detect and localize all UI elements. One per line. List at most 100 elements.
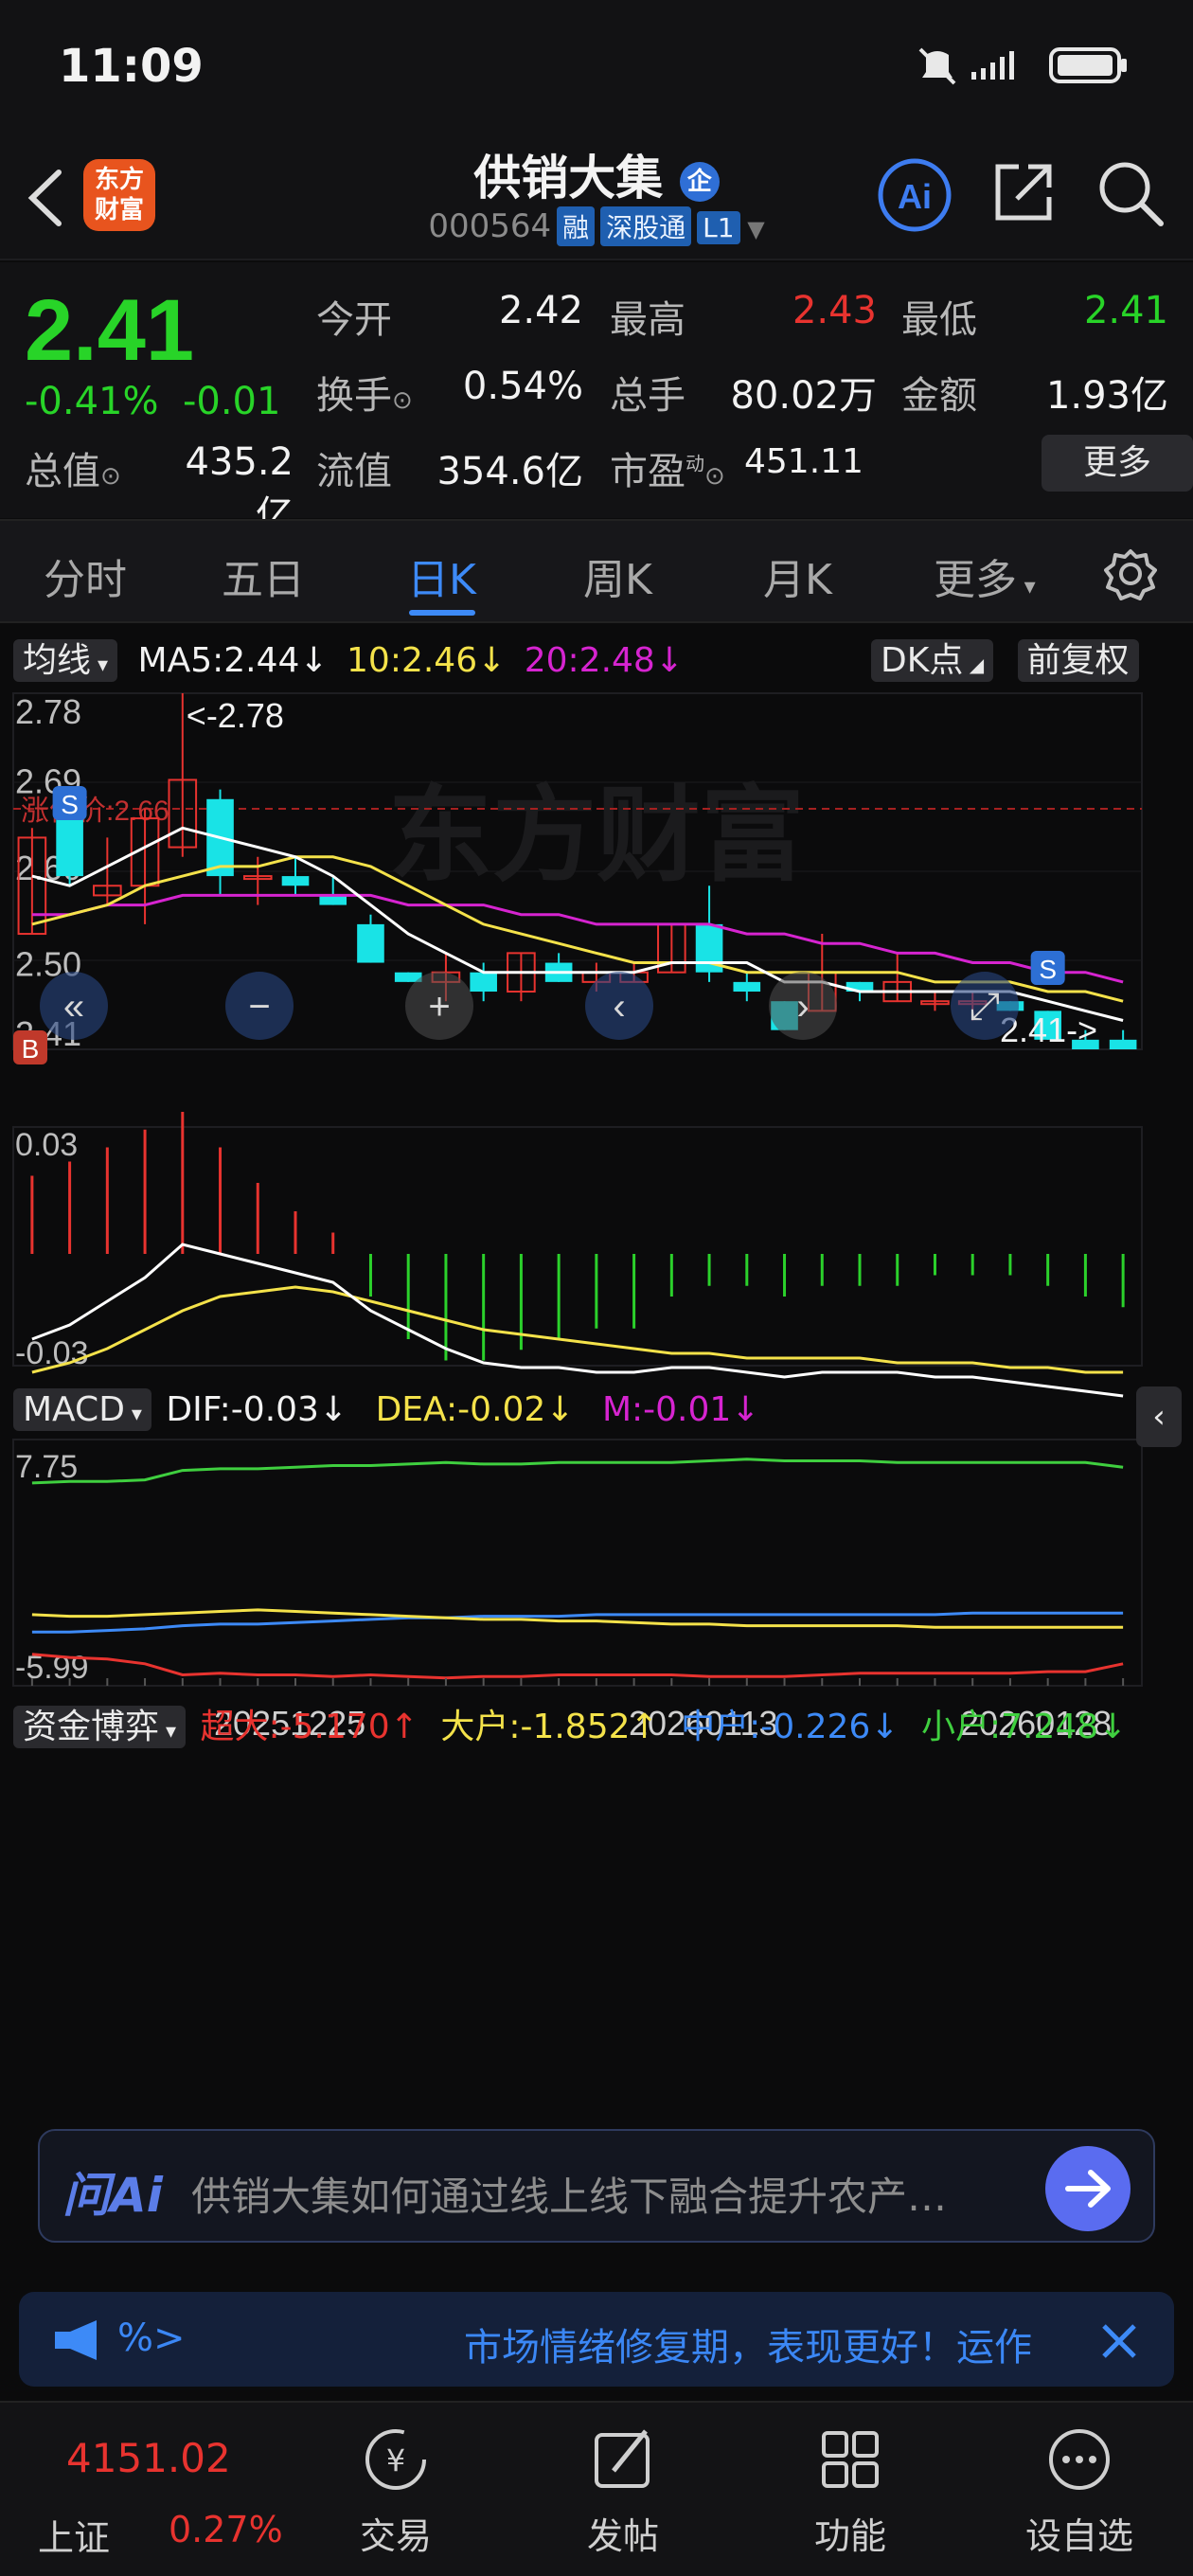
tab-five-day[interactable]: 五日 bbox=[222, 546, 305, 606]
sell-marker-text: S bbox=[1039, 955, 1057, 984]
change-percent: -0.41% bbox=[25, 380, 159, 423]
tab-intraday[interactable]: 分时 bbox=[44, 546, 127, 606]
nav-add-watchlist[interactable]: 设自选 bbox=[1004, 2507, 1155, 2559]
amount-label: 金额 bbox=[901, 374, 977, 418]
super-value: 超大:-5.170↑ bbox=[200, 1708, 418, 1746]
functions-icon[interactable] bbox=[775, 2422, 926, 2497]
turnover-value: 0.54% bbox=[462, 365, 583, 408]
share-icon[interactable] bbox=[990, 159, 1057, 225]
stock-header: 东方 财富 供销大集 企 000564 融深股通 L1 ▼ Ai bbox=[0, 133, 1193, 260]
chart-tools: DK点 ◢ 前复权 bbox=[871, 633, 1139, 682]
more-button[interactable]: 更多 bbox=[1042, 435, 1193, 492]
arrow-right-icon[interactable] bbox=[1045, 2146, 1131, 2231]
volume-label: 总手 bbox=[610, 374, 686, 418]
last-price: 2.41 bbox=[25, 282, 195, 379]
volume-value: 80.02万 bbox=[730, 374, 877, 418]
watermark: 东方财富 bbox=[388, 778, 805, 894]
search-icon[interactable] bbox=[1095, 157, 1166, 229]
stock-name: 供销大集 bbox=[473, 151, 664, 206]
chart-area: 均线 ▾ MA5:2.44↓ 10:2.46↓ 20:2.48↓ DK点 ◢ 前… bbox=[0, 625, 1193, 2098]
low-label: 最低 bbox=[901, 298, 977, 342]
more-dots-icon[interactable] bbox=[1004, 2422, 1155, 2497]
bottom-nav: 4151.02 上证 0.27% ¥ 交易 发帖 功能 设自选 bbox=[0, 2401, 1193, 2576]
candle-body bbox=[357, 923, 384, 963]
nav-functions[interactable]: 功能 bbox=[775, 2507, 926, 2559]
status-bar: 11:09 bbox=[0, 0, 1193, 133]
low-value: 2.41 bbox=[1083, 289, 1168, 332]
info-icon: ⊙ bbox=[392, 386, 413, 415]
price-change: -0.41% -0.01 bbox=[25, 380, 280, 423]
banner-left-text: %> bbox=[117, 2317, 186, 2360]
high-label: 最高 bbox=[610, 298, 686, 342]
small-line bbox=[31, 1458, 1124, 1485]
fullscreen-icon-glyph: ⤢ bbox=[970, 986, 1000, 1028]
info-icon: ⊙ bbox=[100, 462, 121, 491]
close-icon[interactable] bbox=[1098, 2320, 1140, 2362]
sell-marker-text: S bbox=[61, 790, 79, 819]
large-value: 大户:-1.852↑ bbox=[440, 1708, 659, 1746]
ask-ai-logo: 问Ai bbox=[62, 2168, 163, 2223]
post-icon[interactable] bbox=[547, 2422, 699, 2497]
period-tabs: 分时 五日 日K 周K 月K 更多 ▾ bbox=[0, 519, 1193, 623]
promo-banner[interactable]: %> 市场情绪修复期，表现更好！运作 bbox=[19, 2292, 1174, 2387]
index-value[interactable]: 4151.02 bbox=[66, 2435, 231, 2481]
ask-ai-box[interactable]: 问Ai 供销大集如何通过线上线下融合提升农产… bbox=[38, 2129, 1155, 2243]
banner-text: 市场情绪修复期，表现更好！运作 bbox=[464, 2326, 1032, 2370]
ma5-value: MA5:2.44↓ bbox=[137, 641, 329, 680]
collapse-arrow-icon[interactable]: ‹ bbox=[1136, 1386, 1182, 1447]
stock-code: 000564 bbox=[428, 207, 552, 245]
trade-icon[interactable]: ¥ bbox=[320, 2422, 472, 2497]
tab-monthly-k[interactable]: 月K bbox=[763, 546, 832, 606]
ask-ai-prompt[interactable]: 供销大集如何通过线上线下融合提升农产… bbox=[191, 2165, 947, 2223]
open-label: 今开 bbox=[316, 298, 392, 342]
mid-line bbox=[31, 1611, 1124, 1634]
chevron-down-icon[interactable]: ▼ bbox=[740, 216, 764, 242]
quote-panel: 2.41 -0.41% -0.01 今开 2.42 最高 2.43 最低 2.4… bbox=[0, 262, 1193, 537]
scroll-left-icon-glyph: ‹ bbox=[613, 986, 625, 1028]
dif-line bbox=[31, 1243, 1124, 1398]
mktcap-label: 总值⊙ bbox=[25, 450, 121, 493]
tag-level: L1 bbox=[697, 211, 740, 244]
macd-indicator-bar: MACD ▾ DIF:-0.03↓ DEA:-0.02↓ M:-0.01↓ bbox=[13, 1388, 760, 1431]
candle-body bbox=[1109, 1039, 1137, 1049]
amount-value: 1.93亿 bbox=[1045, 374, 1168, 418]
scroll-right-icon-glyph: › bbox=[796, 986, 809, 1028]
tab-more[interactable]: 更多 ▾ bbox=[934, 546, 1036, 606]
ma-selector[interactable]: 均线 ▾ bbox=[13, 639, 118, 682]
m-value: M:-0.01↓ bbox=[601, 1390, 760, 1429]
fund-y-top: 7.75 bbox=[15, 1449, 78, 1485]
nav-post[interactable]: 发帖 bbox=[547, 2507, 699, 2559]
info-icon: ⊙ bbox=[704, 462, 725, 491]
tab-weekly-k[interactable]: 周K bbox=[583, 546, 652, 606]
zoom-in-icon-glyph: + bbox=[428, 986, 450, 1028]
fund-indicator-bar: 资金博弈 ▾ 超大:-5.170↑ 大户:-1.852↑ 中户:-0.226↓ … bbox=[13, 1699, 1127, 1748]
nav-trade[interactable]: 交易 bbox=[320, 2507, 472, 2559]
caret-down-icon: ▾ bbox=[1017, 573, 1036, 599]
enterprise-badge: 企 bbox=[679, 161, 720, 202]
status-time: 11:09 bbox=[59, 40, 204, 93]
candle-body bbox=[319, 895, 347, 905]
ma20-value: 20:2.48↓ bbox=[524, 641, 684, 680]
status-icons bbox=[918, 47, 1127, 85]
index-name[interactable]: 上证 bbox=[38, 2509, 110, 2561]
dif-value: DIF:-0.03↓ bbox=[166, 1390, 348, 1429]
ai-assistant-icon[interactable]: Ai bbox=[875, 155, 954, 235]
max-price-marker: <-2.78 bbox=[187, 696, 284, 735]
tab-daily-k[interactable]: 日K bbox=[407, 546, 476, 606]
macd-selector[interactable]: MACD ▾ bbox=[13, 1388, 151, 1431]
svg-text:¥: ¥ bbox=[386, 2442, 405, 2478]
tag-connect: 深股通 bbox=[600, 206, 692, 246]
dk-point-button[interactable]: DK点 ◢ bbox=[871, 639, 994, 682]
svg-text:Ai: Ai bbox=[898, 177, 932, 216]
buy-marker-text: B bbox=[22, 1034, 40, 1064]
dea-value: DEA:-0.02↓ bbox=[375, 1390, 575, 1429]
index-change[interactable]: 0.27% bbox=[169, 2509, 283, 2550]
candle-body bbox=[733, 981, 761, 993]
megaphone-icon bbox=[55, 2320, 97, 2360]
fund-selector[interactable]: 资金博弈 ▾ bbox=[13, 1706, 187, 1748]
macd-y-top: 0.03 bbox=[15, 1127, 78, 1163]
settings-gear-icon[interactable] bbox=[1104, 547, 1157, 600]
high-value: 2.43 bbox=[792, 289, 877, 332]
turnover-label: 换手⊙ bbox=[316, 374, 413, 418]
adjust-button[interactable]: 前复权 bbox=[1017, 639, 1139, 682]
